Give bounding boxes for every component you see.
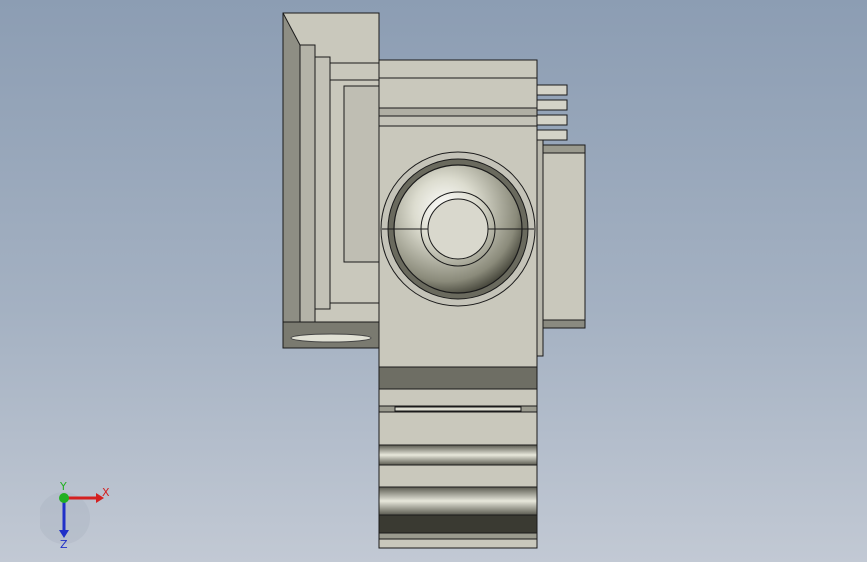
right-cover	[542, 144, 586, 329]
cad-viewport[interactable]: X Y Z	[0, 0, 867, 562]
base-block	[378, 366, 538, 549]
orientation-triad: X Y Z	[40, 480, 110, 548]
x-axis-label: X	[102, 486, 110, 499]
z-axis-label: Z	[60, 538, 68, 548]
left-flange	[282, 12, 380, 349]
output-shaft-boss	[380, 151, 536, 307]
y-axis-label: Y	[59, 480, 67, 493]
gear-reducer-model[interactable]	[0, 0, 867, 562]
y-axis-dot	[59, 493, 69, 503]
cooling-fins	[536, 84, 568, 141]
